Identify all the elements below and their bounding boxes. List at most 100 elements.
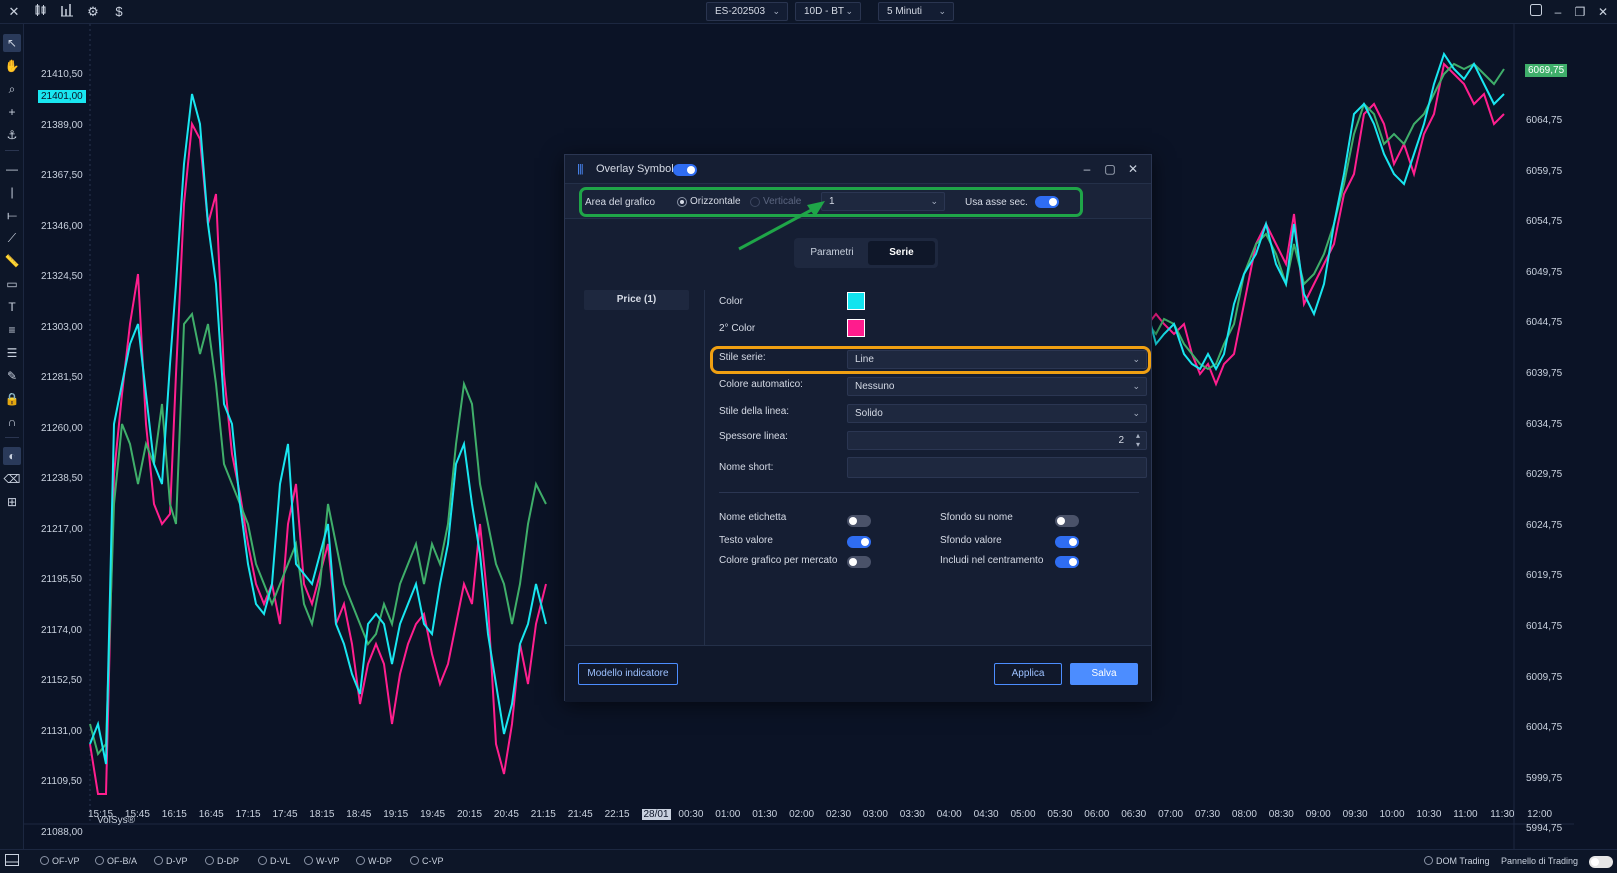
auto-color-select[interactable]: Nessuno ⌄ (847, 377, 1147, 396)
tab-series[interactable]: Serie (868, 241, 935, 265)
chart-template-icon[interactable]: ◐ (3, 447, 21, 465)
fibonacci-icon[interactable]: ≡ (3, 321, 21, 339)
value-background-label: Sfondo valore (940, 535, 1002, 546)
magnet-icon[interactable]: ∩ (3, 413, 21, 431)
ruler-icon[interactable]: 📏 (3, 252, 21, 270)
layout-icon[interactable] (1527, 3, 1545, 21)
close-icon[interactable]: ✕ (5, 3, 23, 21)
short-name-label: Nome short: (719, 462, 774, 473)
text-icon[interactable]: T (3, 298, 21, 316)
include-centering-toggle[interactable] (1055, 556, 1079, 568)
time-axis-label: 00:30 (678, 809, 704, 820)
list-icon[interactable]: ☰ (3, 344, 21, 362)
candles-icon[interactable] (32, 3, 50, 21)
radio-icon (154, 856, 163, 865)
time-axis-label: 07:30 (1195, 809, 1221, 820)
tab-parameters[interactable]: Parametri (798, 241, 866, 265)
include-centering-label: Includi nel centramento (940, 555, 1044, 566)
cursor-icon[interactable]: ↖ (3, 34, 21, 52)
stepper-icon[interactable]: ▴ ▾ (1136, 431, 1140, 449)
rectangle-icon[interactable]: ▭ (3, 275, 21, 293)
secondary-axis-toggle[interactable] (1035, 196, 1059, 208)
bottom-panel-toggle[interactable]: D-DP (205, 856, 239, 866)
overlay-enabled-toggle[interactable] (673, 164, 697, 176)
left-axis-label: 21346,00 (41, 220, 83, 232)
timeframe-value: 5 Minuti (887, 6, 923, 17)
bottom-panel-toggle[interactable]: D-VL (258, 856, 291, 866)
time-axis-label: 01:30 (752, 809, 778, 820)
bottom-panel-toggle[interactable]: D-VP (154, 856, 188, 866)
close-icon[interactable]: ✕ (1125, 161, 1141, 177)
bottom-panel-toggle[interactable]: W-VP (304, 856, 339, 866)
left-axis-label: 21389,00 (41, 119, 83, 131)
bottom-panel-toggle[interactable]: OF-VP (40, 856, 80, 866)
minimize-icon[interactable]: – (1079, 161, 1095, 177)
anchor-icon[interactable]: ⚓ (3, 126, 21, 144)
pencil-icon[interactable]: ✎ (3, 367, 21, 385)
value-background-toggle[interactable] (1055, 536, 1079, 548)
bars-icon[interactable] (58, 3, 76, 21)
time-axis-label: 06:00 (1084, 809, 1110, 820)
dollar-icon[interactable]: $ (110, 3, 128, 21)
bottom-panel-toggle[interactable]: OF-B/A (95, 856, 137, 866)
time-axis-label: 03:30 (899, 809, 925, 820)
hand-icon[interactable]: ✋ (3, 57, 21, 75)
dom-trading-toggle[interactable]: DOM Trading (1424, 856, 1490, 866)
bottom-panel-label: D-VP (166, 856, 188, 866)
window-close-icon[interactable]: ✕ (1594, 3, 1612, 21)
symbol-select[interactable]: ES-202503 ⌄ (706, 2, 788, 21)
chevron-down-icon: ⌄ (772, 6, 780, 16)
apply-button[interactable]: Applica (994, 663, 1062, 685)
series-list-item[interactable]: Price (1) (584, 290, 689, 310)
save-button[interactable]: Salva (1070, 663, 1138, 685)
time-axis-label: 28/01 (641, 809, 671, 820)
time-axis-label: 06:30 (1121, 809, 1147, 820)
add-indicator-icon[interactable]: ⊞ (3, 493, 21, 511)
minimize-icon[interactable]: – (1549, 3, 1567, 21)
trading-panel-toggle[interactable] (1589, 856, 1613, 868)
right-axis-label: 6054,75 (1526, 216, 1563, 228)
left-axis-label: 21281,50 (41, 372, 83, 383)
area-select[interactable]: 1 ⌄ (821, 192, 945, 211)
color2-swatch[interactable] (847, 319, 865, 337)
panel-icon[interactable] (3, 853, 21, 871)
bottom-panel-toggle[interactable]: W-DP (356, 856, 392, 866)
time-axis-label: 11:00 (1453, 809, 1478, 820)
short-name-input[interactable] (847, 457, 1147, 478)
line-width-input[interactable]: 2 ▴ ▾ (847, 431, 1147, 450)
label-name-toggle[interactable] (847, 515, 871, 527)
indicator-template-button[interactable]: Modello indicatore (578, 663, 678, 685)
series-style-select[interactable]: Line ⌄ (847, 350, 1147, 369)
range-select[interactable]: 10D - BT ⌄ (795, 2, 861, 21)
line-style-select[interactable]: Solido ⌄ (847, 404, 1147, 423)
horizontal-line-icon[interactable]: — (3, 160, 21, 178)
bottom-panel-toggle[interactable]: C-VP (410, 856, 444, 866)
gear-icon[interactable]: ⚙ (84, 3, 102, 21)
value-text-toggle[interactable] (847, 536, 871, 548)
eraser-icon[interactable]: ⌫ (3, 470, 21, 488)
lock-drawing-icon[interactable]: 🔒 (3, 390, 21, 408)
left-axis-label: 21260,00 (41, 422, 83, 434)
zoom-icon[interactable]: ⌕ (3, 80, 21, 98)
vertical-line-icon[interactable]: | (3, 183, 21, 201)
time-axis-label: 05:30 (1047, 809, 1073, 820)
dialog-footer: Modello indicatore Applica Salva (565, 645, 1151, 702)
chart-area-row: Area del grafico Orizzontale Verticale 1… (565, 183, 1151, 219)
time-axis-label: 03:00 (862, 809, 888, 820)
maximize-icon[interactable]: ▢ (1102, 161, 1118, 177)
ray-icon[interactable]: ⟝ (3, 206, 21, 224)
radio-icon (40, 856, 49, 865)
time-axis-label: 02:30 (826, 809, 852, 820)
time-axis-label: 18:15 (309, 809, 335, 820)
name-background-toggle[interactable] (1055, 515, 1079, 527)
timeframe-select[interactable]: 5 Minuti ⌄ (878, 2, 954, 21)
crosshair-icon[interactable]: + (3, 103, 21, 121)
radio-horizontal[interactable] (677, 197, 687, 207)
restore-icon[interactable]: ❐ (1571, 3, 1589, 21)
time-axis-label: 21:15 (530, 809, 556, 820)
market-color-toggle[interactable] (847, 556, 871, 568)
market-color-label: Colore grafico per mercato (719, 555, 838, 566)
left-axis-label: 21131,00 (41, 725, 82, 737)
trendline-icon[interactable]: ⟋ (3, 229, 21, 247)
color-swatch[interactable] (847, 292, 865, 310)
